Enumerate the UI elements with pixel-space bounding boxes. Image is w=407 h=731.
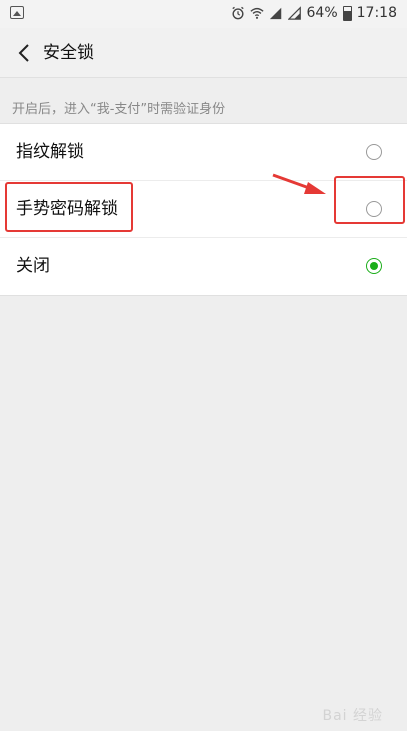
status-bar: 64% 17:18 [0, 0, 407, 28]
option-off[interactable]: 关闭 [0, 238, 407, 295]
radio-button[interactable] [366, 144, 382, 160]
battery-percent: 64% [306, 5, 338, 21]
hint-text: 开启后，进入“我-支付”时需验证身份 [12, 102, 226, 117]
alarm-icon [231, 6, 244, 20]
image-icon [10, 6, 24, 19]
signal-icon [269, 7, 281, 20]
arrow-annotation [272, 173, 326, 194]
back-button[interactable] [13, 41, 35, 65]
signal-icon [287, 6, 301, 20]
battery-icon [342, 5, 352, 21]
option-fingerprint[interactable]: 指纹解锁 [0, 124, 407, 181]
wifi-icon [249, 7, 264, 19]
highlight-box-radio [334, 176, 405, 224]
option-label: 关闭 [16, 256, 50, 276]
radio-button-selected[interactable] [366, 258, 382, 274]
highlight-box-label [5, 182, 133, 232]
option-label: 指纹解锁 [16, 142, 84, 162]
status-icons: 64% 17:18 [231, 5, 397, 21]
back-icon [18, 44, 29, 62]
watermark: Bai 经验 [322, 708, 383, 724]
page-title: 安全锁 [43, 43, 94, 63]
clock: 17:18 [356, 5, 397, 21]
app-bar: 安全锁 [0, 28, 407, 78]
